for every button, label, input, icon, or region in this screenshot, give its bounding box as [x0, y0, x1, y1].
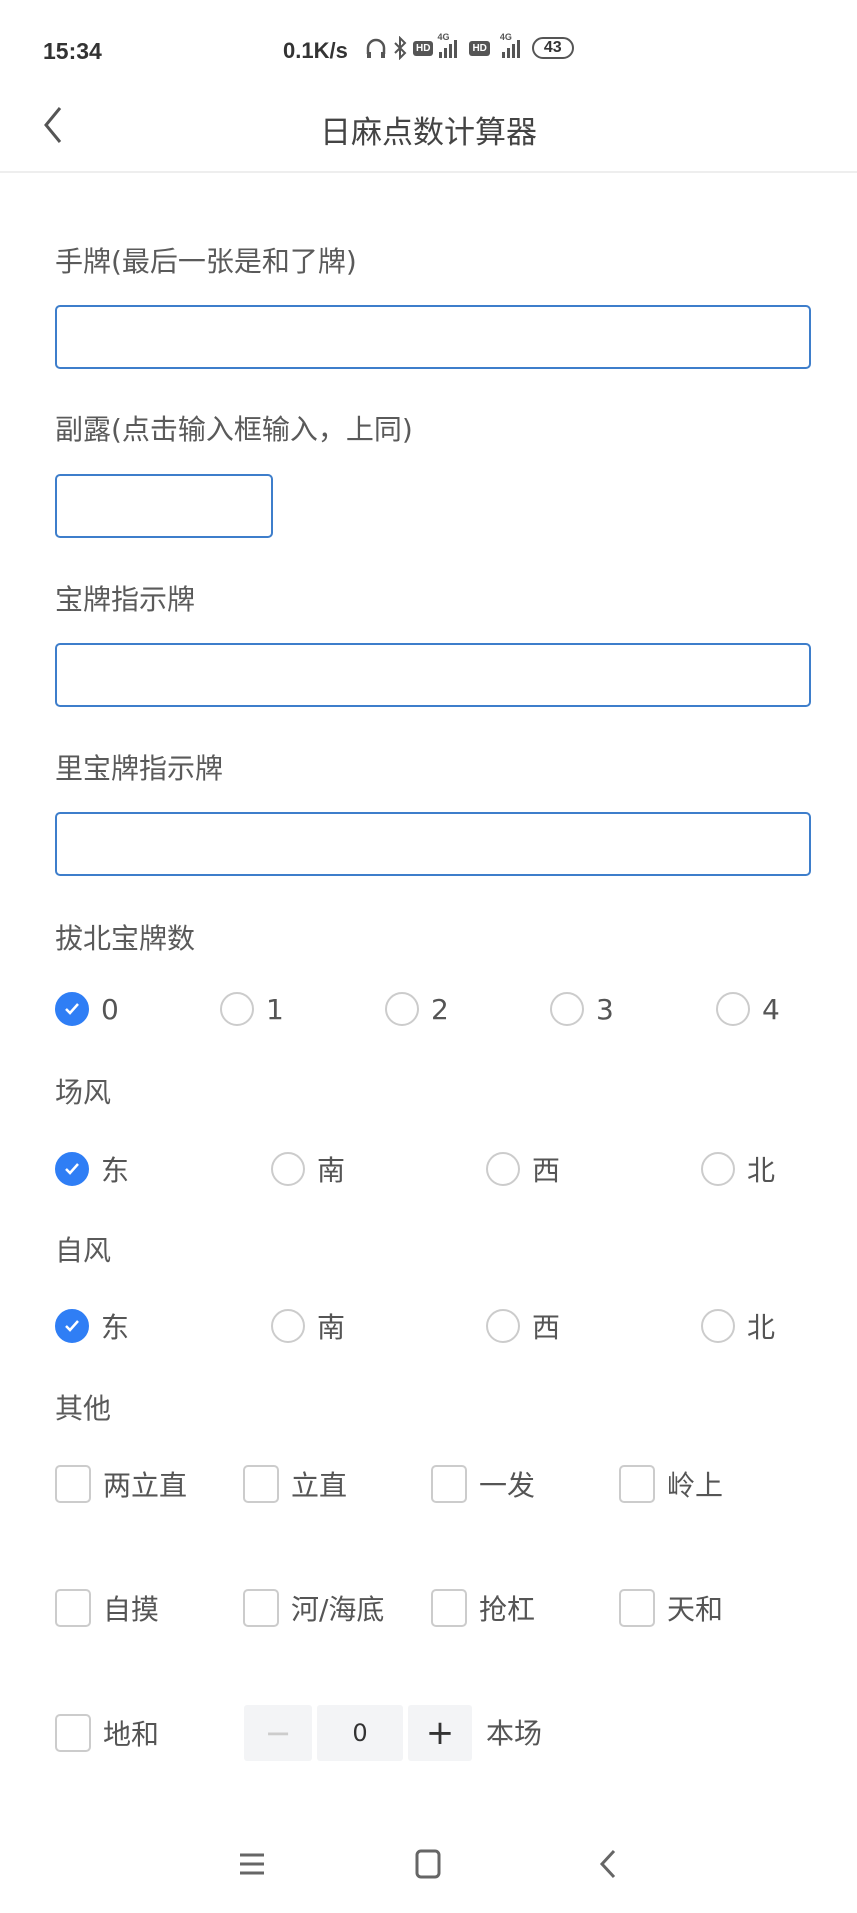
seat-wind-label: 自风	[55, 1234, 112, 1267]
uradora-input[interactable]	[55, 812, 811, 876]
kita-radio-group: 0 1 2 3 4	[55, 992, 815, 1032]
radio-unchecked-icon	[550, 992, 584, 1026]
other-row-2: 自摸 河/海底 抢杠 天和	[55, 1588, 815, 1630]
bluetooth-icon	[394, 36, 407, 60]
checkbox-tsumo[interactable]: 自摸	[55, 1588, 159, 1628]
radio-unchecked-icon	[486, 1152, 520, 1186]
signal-4g-icon: 4G	[500, 32, 520, 58]
radio-unchecked-icon	[220, 992, 254, 1026]
uradora-label: 里宝牌指示牌	[55, 752, 224, 785]
checkbox-riichi[interactable]: 立直	[243, 1464, 347, 1504]
checkbox-double-riichi[interactable]: 两立直	[55, 1464, 187, 1504]
radio-unchecked-icon	[486, 1309, 520, 1343]
checkbox-haitei[interactable]: 河/海底	[243, 1588, 384, 1628]
hd-icon: HD	[413, 40, 434, 56]
checkbox-icon	[243, 1465, 279, 1503]
page-title: 日麻点数计算器	[320, 115, 537, 151]
round-wind-north[interactable]: 北	[701, 1149, 775, 1189]
hand-label: 手牌(最后一张是和了牌)	[55, 245, 357, 278]
seat-wind-south[interactable]: 南	[271, 1306, 345, 1346]
round-wind-radio-group: 东 南 西 北	[55, 1149, 815, 1189]
system-nav-bar	[0, 1840, 857, 1890]
kita-option-3[interactable]: 3	[550, 992, 614, 1026]
status-time: 15:34	[43, 38, 102, 64]
radio-unchecked-icon	[716, 992, 750, 1026]
round-wind-label: 场风	[55, 1076, 112, 1109]
honba-value[interactable]: 0	[317, 1705, 403, 1761]
hd-icon: HD	[469, 40, 490, 56]
checkbox-icon	[619, 1589, 655, 1627]
back-icon[interactable]	[598, 1848, 618, 1880]
checkbox-rinshan[interactable]: 岭上	[619, 1464, 723, 1504]
status-bar: 15:34 0.1K/s HD 4G HD 4G 43	[0, 30, 857, 70]
kita-option-0[interactable]: 0	[55, 992, 119, 1026]
checkbox-icon	[243, 1589, 279, 1627]
melds-input[interactable]	[55, 474, 273, 538]
checkbox-icon	[431, 1465, 467, 1503]
honba-label: 本场	[486, 1717, 543, 1750]
dora-label: 宝牌指示牌	[55, 583, 196, 616]
header-divider	[0, 171, 857, 173]
radio-unchecked-icon	[271, 1309, 305, 1343]
radio-unchecked-icon	[701, 1152, 735, 1186]
dora-input[interactable]	[55, 643, 811, 707]
radio-unchecked-icon	[385, 992, 419, 1026]
other-row-1: 两立直 立直 一发 岭上	[55, 1464, 815, 1506]
checkbox-ippatsu[interactable]: 一发	[431, 1464, 535, 1504]
net-speed: 0.1K/s	[283, 38, 348, 63]
radio-checked-icon	[55, 992, 89, 1026]
radio-unchecked-icon	[701, 1309, 735, 1343]
honba-increment-button[interactable]: +	[408, 1705, 472, 1761]
battery-indicator: 43	[531, 37, 574, 59]
checkbox-icon	[431, 1589, 467, 1627]
checkbox-icon	[55, 1589, 91, 1627]
melds-label: 副露(点击输入框输入，上同)	[55, 413, 413, 446]
kita-option-2[interactable]: 2	[385, 992, 449, 1026]
round-wind-south[interactable]: 南	[271, 1149, 345, 1189]
round-wind-east[interactable]: 东	[55, 1149, 129, 1189]
checkbox-chankan[interactable]: 抢杠	[431, 1588, 535, 1628]
checkbox-chiihou[interactable]: 地和	[55, 1713, 159, 1753]
hand-input[interactable]	[55, 305, 811, 369]
other-label: 其他	[55, 1392, 112, 1425]
kita-label: 拔北宝牌数	[55, 922, 196, 955]
seat-wind-west[interactable]: 西	[486, 1306, 560, 1346]
home-icon[interactable]	[414, 1848, 444, 1880]
round-wind-west[interactable]: 西	[486, 1149, 560, 1189]
radio-checked-icon	[55, 1309, 89, 1343]
signal-4g-icon: 4G	[437, 32, 458, 58]
seat-wind-radio-group: 东 南 西 北	[55, 1306, 815, 1346]
radio-unchecked-icon	[271, 1152, 305, 1186]
checkbox-icon	[55, 1465, 91, 1503]
seat-wind-east[interactable]: 东	[55, 1306, 129, 1346]
headphones-icon	[366, 38, 386, 58]
checkbox-tenhou[interactable]: 天和	[619, 1588, 723, 1628]
honba-stepper: − 0 +	[244, 1705, 472, 1761]
menu-icon[interactable]	[238, 1850, 266, 1878]
checkbox-icon	[55, 1714, 91, 1752]
checkbox-icon	[619, 1465, 655, 1503]
radio-checked-icon	[55, 1152, 89, 1186]
seat-wind-north[interactable]: 北	[701, 1306, 775, 1346]
kita-option-4[interactable]: 4	[716, 992, 780, 1026]
kita-option-1[interactable]: 1	[220, 992, 284, 1026]
honba-decrement-button[interactable]: −	[244, 1705, 312, 1761]
